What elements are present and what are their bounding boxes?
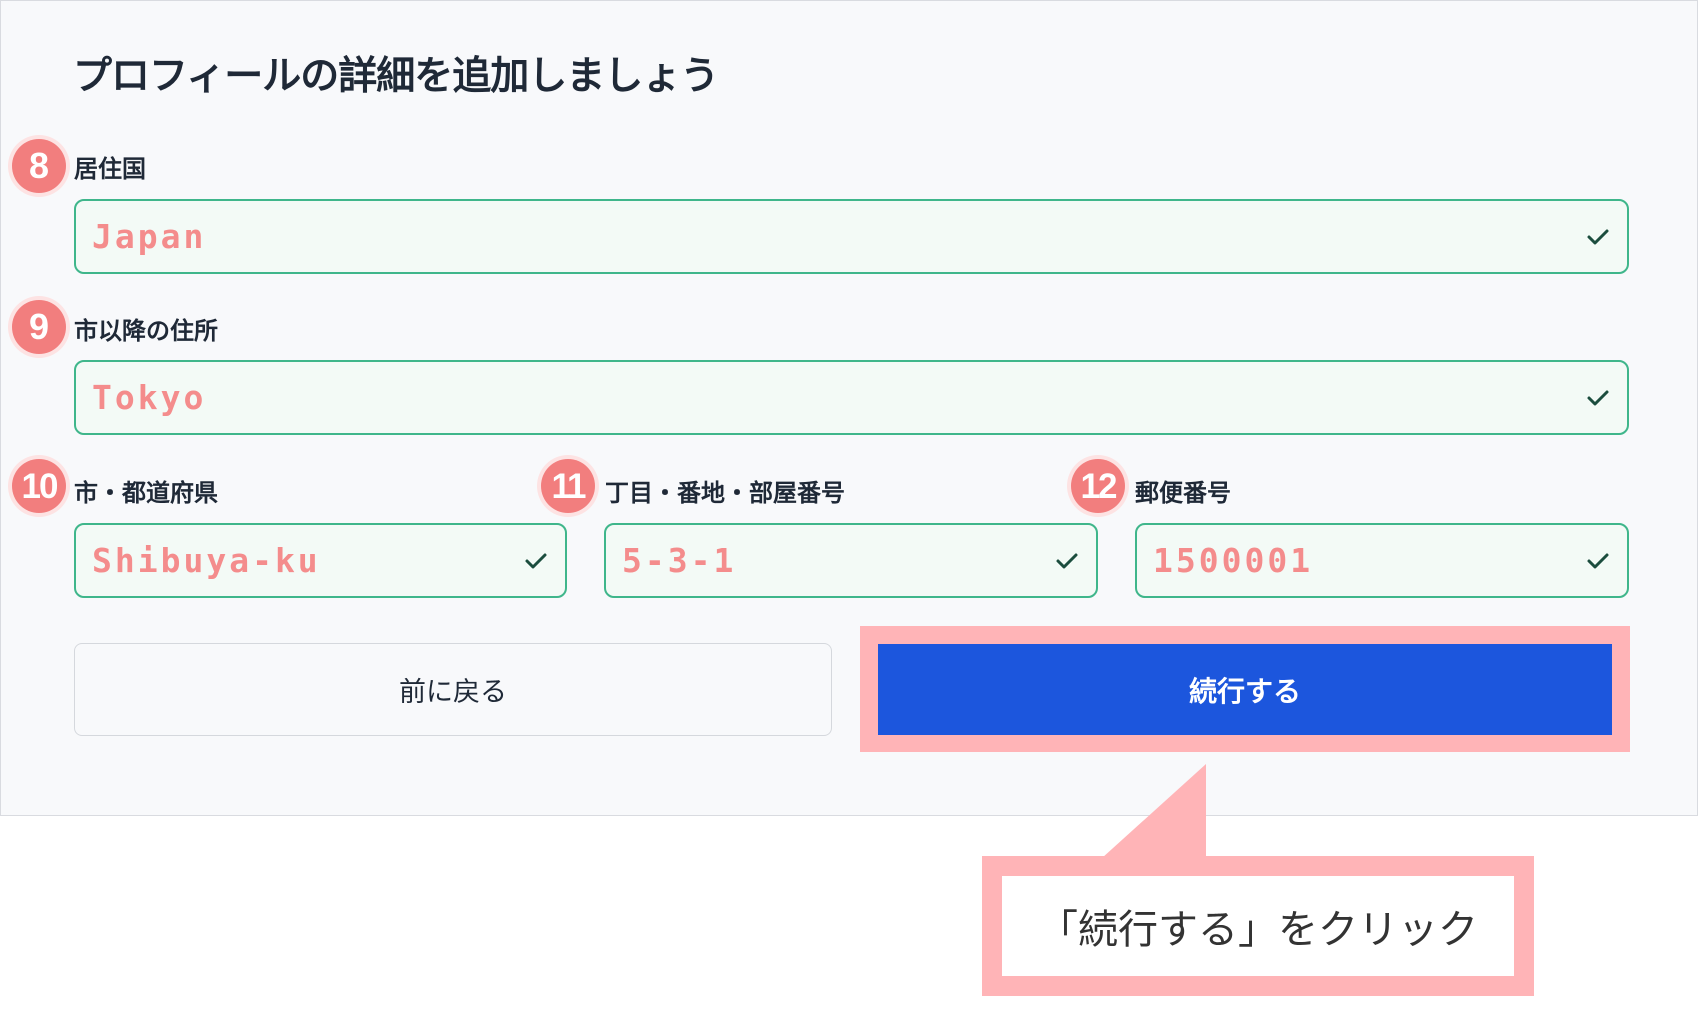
callout-box: 「続行する」をクリック: [982, 856, 1534, 996]
callout-text: 「続行する」をクリック: [1038, 907, 1478, 953]
